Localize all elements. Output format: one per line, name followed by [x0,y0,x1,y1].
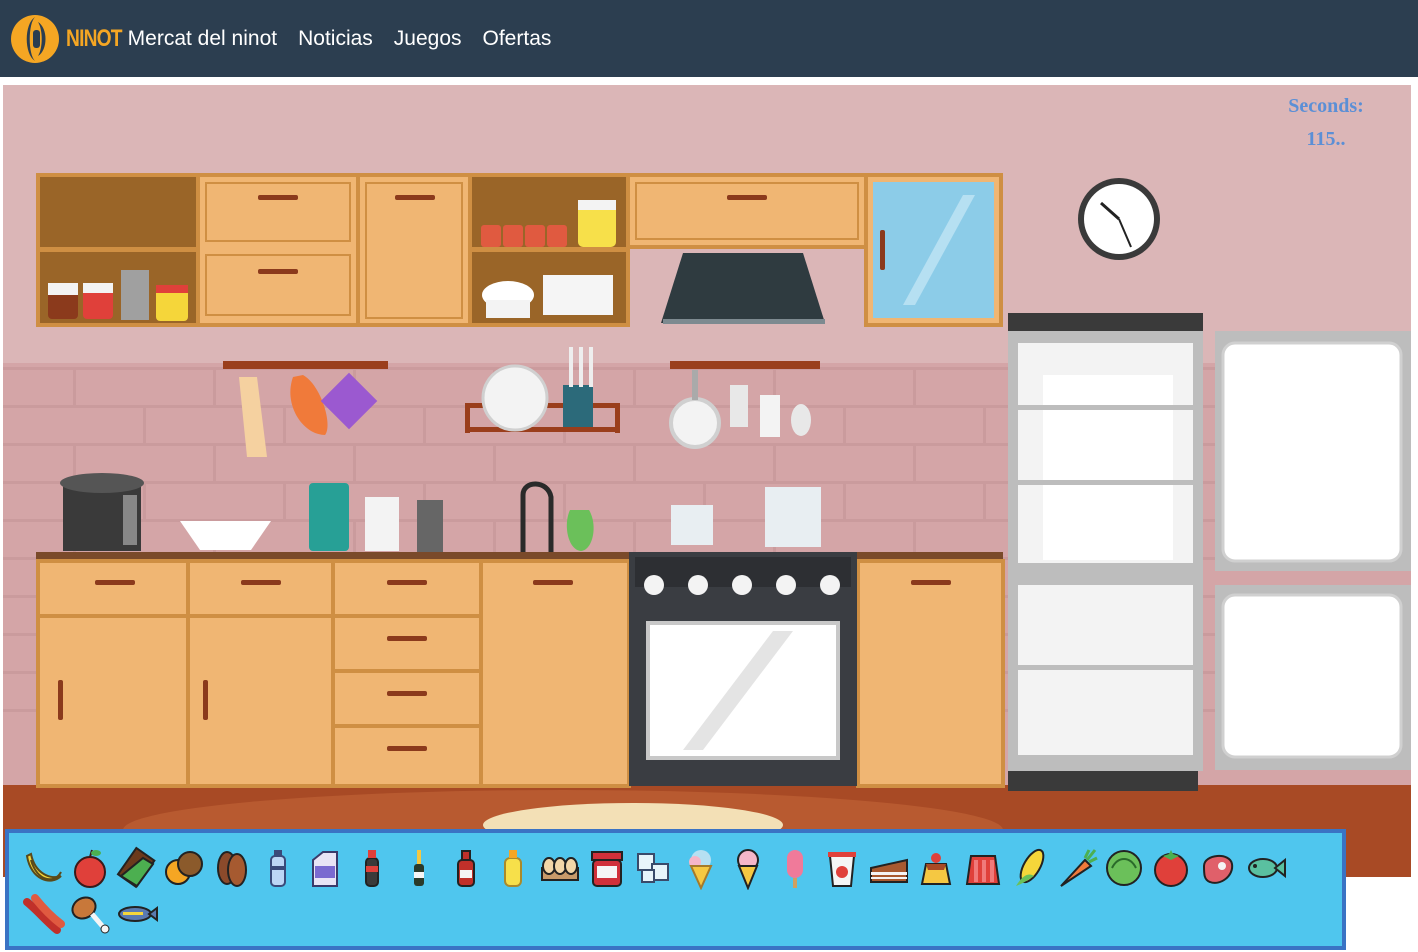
juice-bottle-icon[interactable] [489,845,536,891]
timer-label: Seconds: [1288,95,1364,117]
food-tray [5,829,1346,950]
brand[interactable]: NINOT [10,14,128,64]
tomato-icon[interactable] [1147,845,1194,891]
nav-link-juegos[interactable]: Juegos [394,27,462,51]
jelly-icon[interactable] [959,845,1006,891]
nav-link-noticias[interactable]: Noticias [298,27,373,51]
nav-link-mercat[interactable]: Mercat del ninot [128,27,277,51]
cake-slice-icon[interactable] [865,845,912,891]
water-bottle-icon[interactable] [254,845,301,891]
carrot-icon[interactable] [1053,845,1100,891]
navbar: NINOT Mercat del ninot Noticias Juegos O… [0,0,1418,77]
soda-bottle-icon[interactable] [348,845,395,891]
ninot-logo-icon [10,14,64,64]
champagne-bottle-icon[interactable] [395,845,442,891]
timer: Seconds: 115.. [1276,90,1376,156]
chicken-leg-icon[interactable] [66,891,113,937]
popsicle-icon[interactable] [771,845,818,891]
hazelnut-icon[interactable] [160,845,207,891]
yogurt-icon[interactable] [818,845,865,891]
ice-cream-icon[interactable] [724,845,771,891]
fish-icon[interactable] [1241,845,1288,891]
lettuce-icon[interactable] [1100,845,1147,891]
ketchup-bottle-icon[interactable] [442,845,489,891]
sausage-icon[interactable] [19,891,66,937]
nav-link-ofertas[interactable]: Ofertas [483,27,552,51]
eggs-icon[interactable] [536,845,583,891]
logo-text: NINOT [66,24,123,52]
banana-icon[interactable] [19,845,66,891]
jam-jar-icon[interactable] [583,845,630,891]
ice-cream-cone-icon[interactable] [677,845,724,891]
chocolate-icon[interactable] [113,845,160,891]
kitchen-illustration [3,85,1411,877]
almond-icon[interactable] [207,845,254,891]
flan-icon[interactable] [912,845,959,891]
corn-icon[interactable] [1006,845,1053,891]
apple-icon[interactable] [66,845,113,891]
milk-carton-icon[interactable] [301,845,348,891]
kitchen-scene: Seconds: 115.. [3,85,1411,877]
steak-icon[interactable] [1194,845,1241,891]
tuna-icon[interactable] [113,891,160,937]
ice-cubes-icon[interactable] [630,845,677,891]
timer-value: 115.. [1306,128,1346,150]
